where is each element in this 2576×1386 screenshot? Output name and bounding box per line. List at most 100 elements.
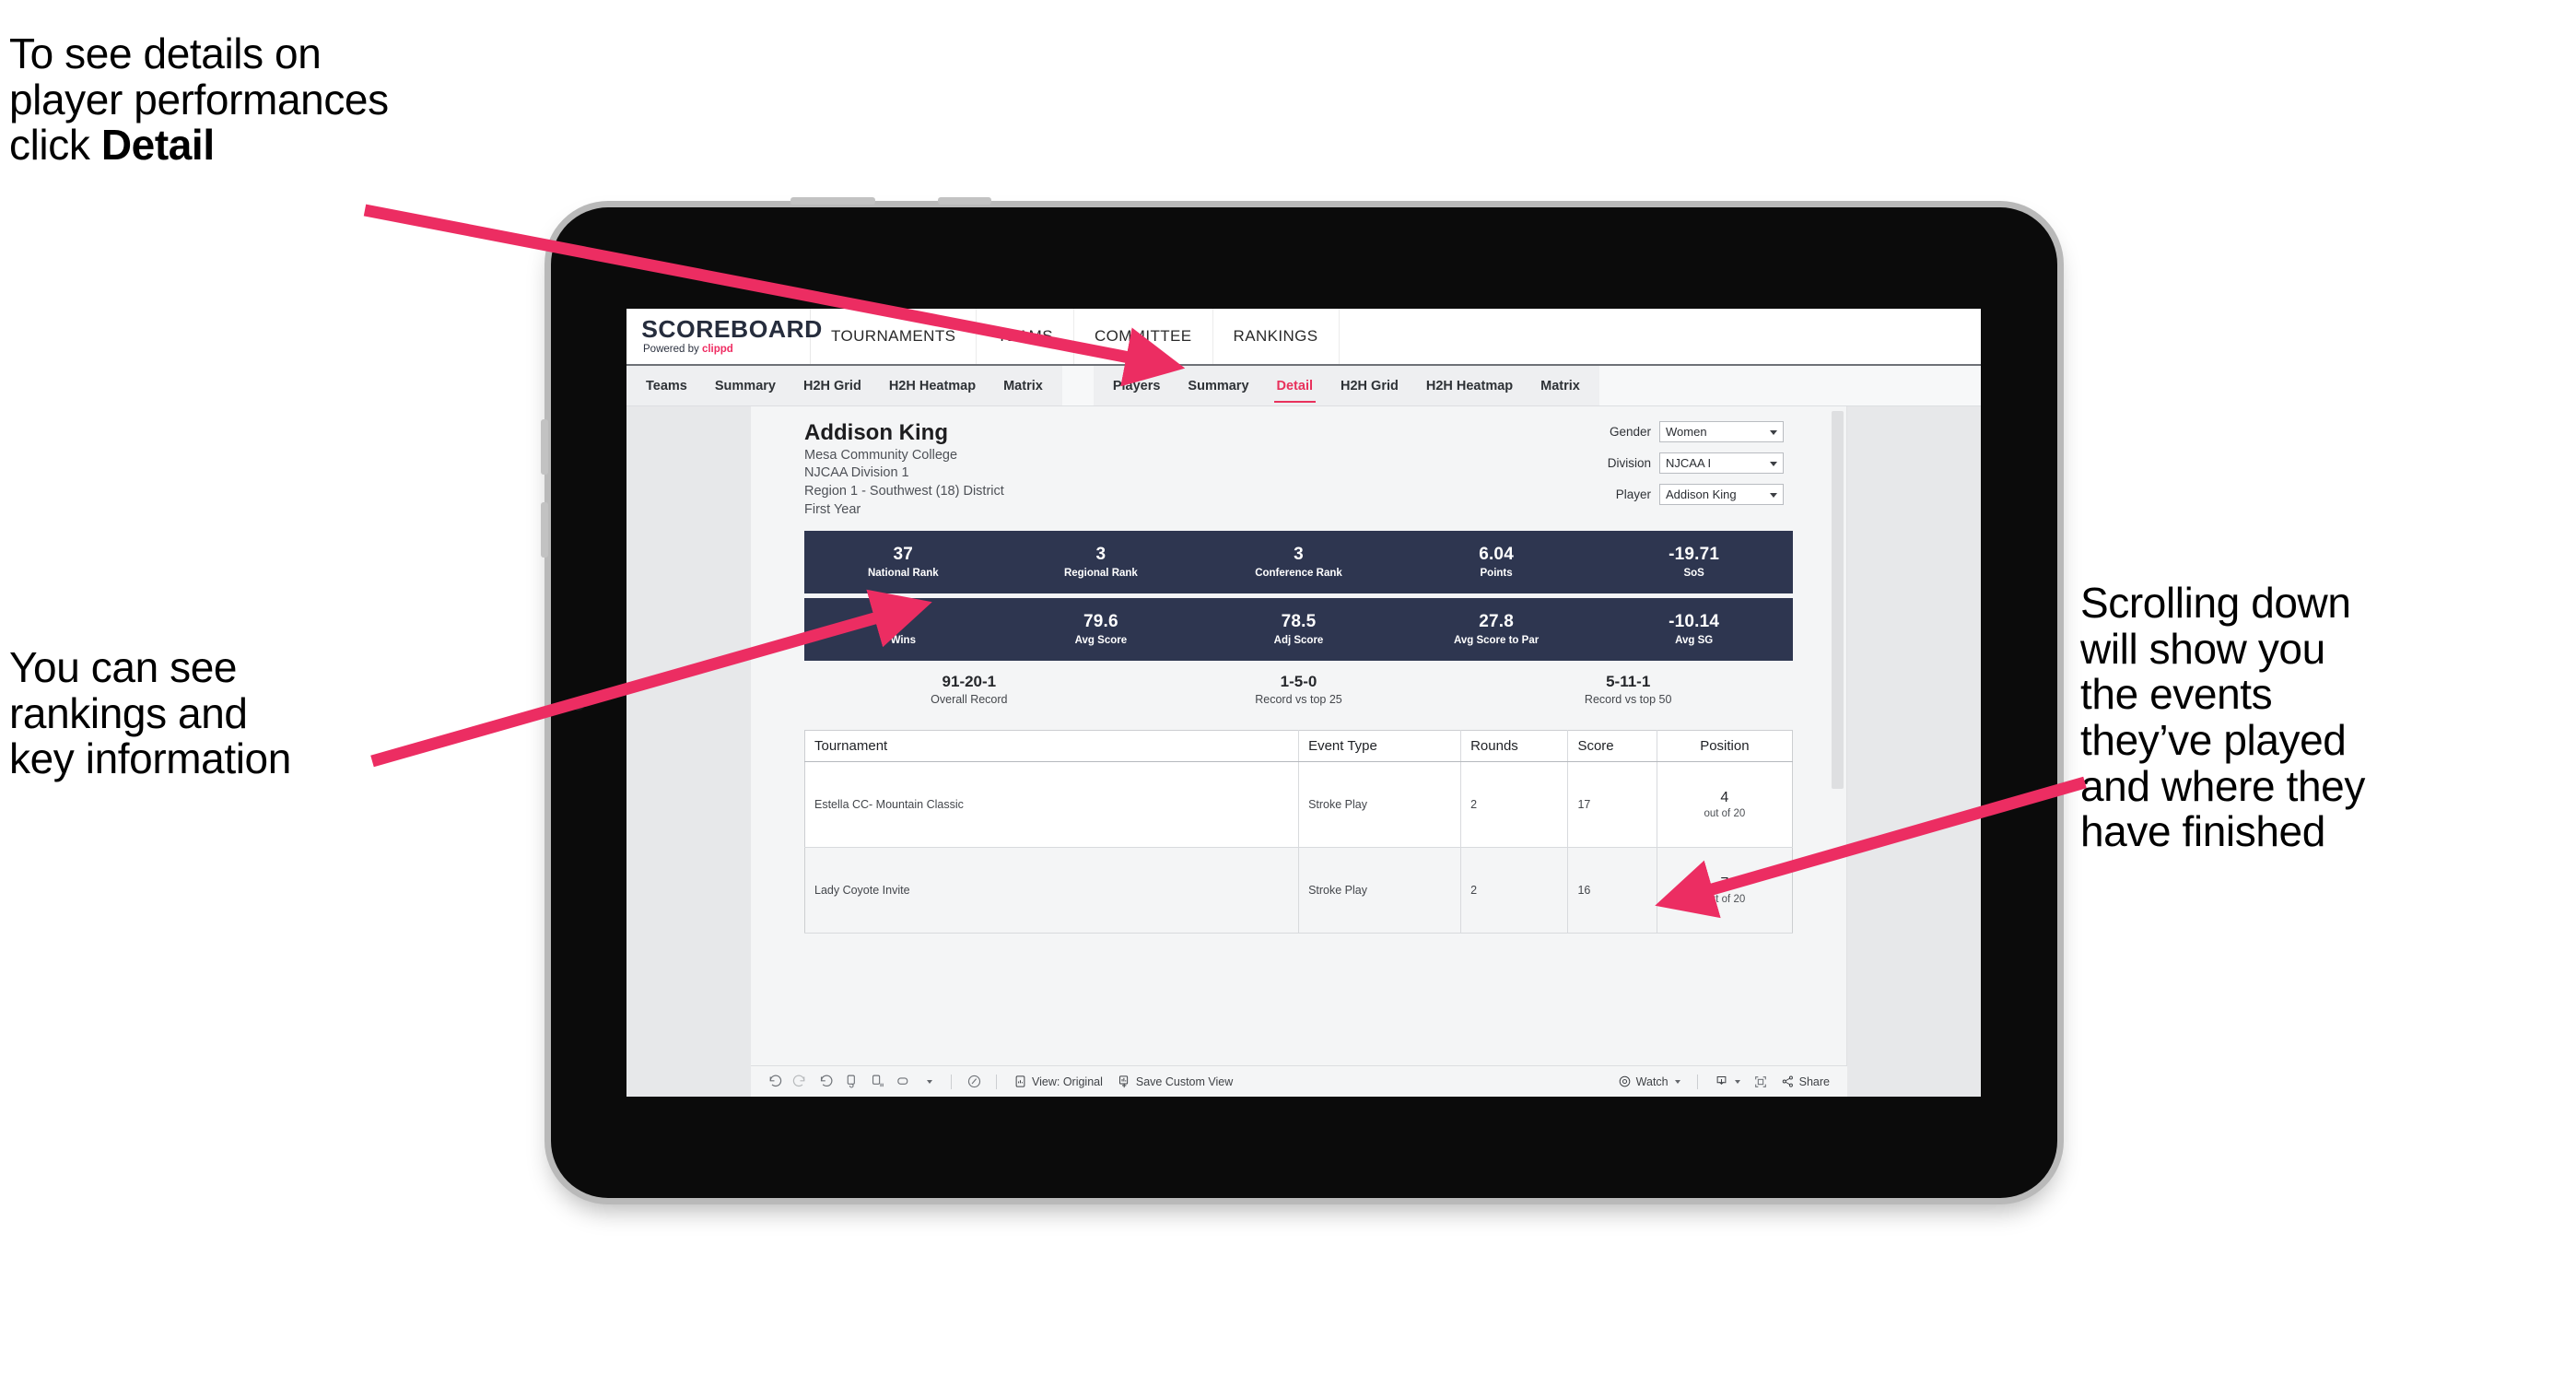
workbook-body: Addison King Mesa Community College NJCA… — [626, 406, 1981, 1097]
stat-avg-sg-value: -10.14 — [1669, 611, 1720, 631]
annotation-top: To see details on player performances cl… — [9, 30, 599, 169]
filter-gender-label: Gender — [1609, 425, 1651, 439]
tab-players-summary[interactable]: Summary — [1174, 366, 1262, 405]
column-header-position[interactable]: Position — [1657, 730, 1793, 763]
tab-players-h2h-grid[interactable]: H2H Grid — [1327, 366, 1412, 405]
tab-teams-matrix[interactable]: Matrix — [989, 366, 1057, 405]
tab-teams[interactable]: Teams — [632, 366, 701, 405]
tab-players[interactable]: Players — [1099, 366, 1175, 405]
secondary-tab-strip: Teams Summary H2H Grid H2H Heatmap Matri… — [626, 366, 1981, 406]
tab-group-players: Players Summary Detail H2H Grid H2H Heat… — [1093, 366, 1599, 405]
stat-wins-label: Wins — [890, 634, 916, 646]
topnav-item-tournaments[interactable]: TOURNAMENTS — [811, 309, 978, 364]
chevron-down-icon[interactable] — [917, 1070, 941, 1094]
view-original-button[interactable]: View: Original — [1007, 1075, 1109, 1088]
topnav-item-teams[interactable]: TEAMS — [977, 309, 1074, 364]
tab-teams-h2h-grid[interactable]: H2H Grid — [790, 366, 875, 405]
stat-points: 6.04 Points — [1398, 545, 1596, 580]
clear-sheet-icon[interactable] — [962, 1070, 986, 1094]
column-header-event-type[interactable]: Event Type — [1298, 730, 1462, 763]
record-vs-top-50-value: 5-11-1 — [1606, 673, 1651, 691]
stat-points-label: Points — [1480, 567, 1513, 579]
stat-conference-rank-label: Conference Rank — [1255, 567, 1342, 579]
toolbar-divider — [1696, 1074, 1698, 1089]
cell-position-number: 7 — [1720, 875, 1729, 892]
table-row[interactable]: Estella CC- Mountain Classic Stroke Play… — [804, 761, 1793, 849]
filter-player-select[interactable]: Addison King — [1659, 484, 1784, 505]
stat-conference-rank-value: 3 — [1294, 544, 1304, 564]
undo-icon[interactable] — [762, 1070, 786, 1094]
chevron-down-icon — [1734, 1079, 1740, 1084]
powered-by-text: Powered by — [643, 344, 702, 356]
records-row: 91-20-1 Overall Record 1-5-0 Record vs t… — [804, 673, 1793, 719]
record-overall-value: 91-20-1 — [942, 673, 997, 691]
filter-panel: Gender Women Division NJCAA I Player Add… — [1608, 421, 1784, 505]
stat-avg-score-label: Avg Score — [1074, 634, 1128, 646]
tablet-device-frame: SCOREBOARD Powered by clippd TOURNAMENTS… — [541, 197, 2057, 1198]
filter-division-select[interactable]: NJCAA I — [1659, 452, 1784, 474]
share-button[interactable]: Share — [1774, 1075, 1836, 1088]
column-header-rounds[interactable]: Rounds — [1460, 730, 1569, 763]
cell-position-outof: out of 20 — [1704, 893, 1746, 905]
watch-button[interactable]: Watch — [1611, 1075, 1687, 1088]
tablet-button-top-a — [790, 197, 875, 205]
cell-score: 16 — [1567, 847, 1657, 934]
pause-auto-update-icon[interactable] — [891, 1070, 915, 1094]
annotation-left: You can see rankings and key information — [9, 643, 291, 783]
filter-division: Division NJCAA I — [1608, 452, 1784, 474]
cell-score: 17 — [1567, 761, 1657, 849]
save-custom-view-label: Save Custom View — [1135, 1075, 1234, 1088]
tab-players-h2h-heatmap[interactable]: H2H Heatmap — [1412, 366, 1527, 405]
chevron-down-icon — [1674, 1079, 1680, 1084]
column-header-tournament[interactable]: Tournament — [804, 730, 1300, 763]
revert-icon[interactable] — [814, 1070, 837, 1094]
filter-gender-select[interactable]: Women — [1659, 421, 1784, 442]
stat-avg-score: 79.6 Avg Score — [1002, 611, 1200, 647]
table-header-row: Tournament Event Type Rounds Score Posit… — [804, 730, 1793, 763]
pause-refresh-icon[interactable] — [865, 1070, 889, 1094]
filter-player-value: Addison King — [1666, 487, 1737, 501]
tab-players-matrix[interactable]: Matrix — [1527, 366, 1594, 405]
column-header-score[interactable]: Score — [1567, 730, 1657, 763]
topnav-item-rankings[interactable]: RANKINGS — [1213, 309, 1340, 364]
cell-tournament: Lady Coyote Invite — [804, 847, 1300, 934]
tab-group-teams: Teams Summary H2H Grid H2H Heatmap Matri… — [626, 366, 1062, 405]
watch-label: Watch — [1635, 1075, 1669, 1088]
tab-teams-summary[interactable]: Summary — [701, 366, 790, 405]
stat-national-rank-label: National Rank — [867, 567, 939, 579]
save-custom-view-button[interactable]: Save Custom View — [1111, 1075, 1239, 1088]
record-vs-top-25-label: Record vs top 25 — [1255, 692, 1342, 706]
table-row[interactable]: Lady Coyote Invite Stroke Play 2 16 7 ou… — [804, 847, 1793, 934]
stat-avg-sg: -10.14 Avg SG — [1595, 611, 1793, 647]
tablet-button-side-a — [541, 419, 548, 475]
cell-position: 7 out of 20 — [1657, 847, 1793, 934]
stat-wins: 0 Wins — [804, 612, 1002, 647]
stat-sos-label: SoS — [1683, 567, 1704, 579]
topnav-item-committee[interactable]: COMMITTEE — [1074, 309, 1213, 364]
tab-players-detail[interactable]: Detail — [1263, 366, 1328, 405]
stat-regional-rank-label: Regional Rank — [1063, 567, 1138, 579]
stat-avg-score-value: 79.6 — [1083, 611, 1118, 631]
brand-logo[interactable]: SCOREBOARD Powered by clippd — [626, 309, 822, 364]
events-table: Tournament Event Type Rounds Score Posit… — [804, 730, 1793, 934]
sheet-scrollbar[interactable] — [1832, 411, 1844, 1093]
download-button[interactable] — [1708, 1075, 1747, 1088]
toolbar-divider — [996, 1074, 997, 1089]
cell-event-type: Stroke Play — [1298, 761, 1462, 849]
filter-player-label: Player — [1615, 487, 1651, 501]
stat-sos: -19.71 SoS — [1595, 545, 1793, 580]
filter-division-value: NJCAA I — [1666, 456, 1712, 470]
stat-national-rank: 37 National Rank — [804, 545, 1002, 580]
refresh-data-icon[interactable] — [839, 1070, 863, 1094]
left-gutter — [626, 406, 751, 1097]
fullscreen-icon[interactable] — [1749, 1070, 1773, 1094]
events-table-head: Tournament Event Type Rounds Score Posit… — [804, 730, 1793, 763]
redo-icon[interactable] — [788, 1070, 812, 1094]
share-label: Share — [1798, 1075, 1830, 1088]
annotation-right: Scrolling down will show you the events … — [2080, 579, 2365, 856]
stat-avg-score-to-par-label: Avg Score to Par — [1453, 634, 1540, 646]
record-vs-top-50: 5-11-1 Record vs top 50 — [1463, 673, 1793, 719]
tab-teams-h2h-heatmap[interactable]: H2H Heatmap — [875, 366, 989, 405]
cell-position-outof: out of 20 — [1704, 807, 1746, 819]
sheet-scrollbar-thumb[interactable] — [1832, 411, 1844, 789]
